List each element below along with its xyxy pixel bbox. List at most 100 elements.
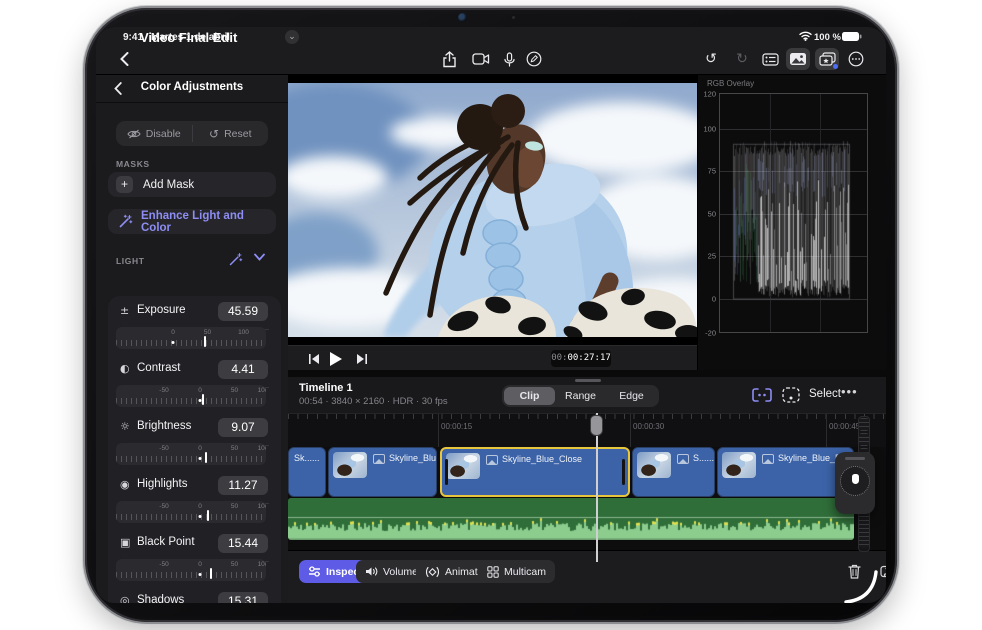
media-browser-icon[interactable]: [786, 48, 810, 70]
enhance-light-color-button[interactable]: Enhance Light and Color: [108, 209, 276, 234]
inspector-list-icon[interactable]: [758, 48, 782, 70]
shadows-value[interactable]: 15.31: [218, 592, 268, 603]
highlights-slider[interactable]: -50 0 50 100: [116, 501, 266, 523]
scope-ylabel: 100: [703, 124, 716, 134]
media-type-icon: [762, 454, 774, 464]
brightness-group: ☼ Brightness 9.07 -50 0 50 100: [96, 418, 288, 474]
pencil-annotate-icon[interactable]: [522, 48, 546, 70]
contrast-group: ◐ Contrast 4.41 -50 0 50 100: [96, 360, 288, 416]
multicam-button[interactable]: Multicam: [478, 560, 556, 583]
share-icon[interactable]: [437, 48, 461, 70]
skip-forward-icon[interactable]: [351, 349, 371, 369]
redo-icon[interactable]: ↻: [730, 48, 754, 70]
scope-ylabel: 120: [703, 89, 716, 99]
skip-back-icon[interactable]: [304, 349, 324, 369]
brightness-slider[interactable]: -50 0 50 100: [116, 443, 266, 465]
timeline-meta: 00:54 · 3840 × 2160 · HDR · 30 fps: [299, 396, 448, 407]
trim-handle-left[interactable]: [445, 459, 448, 485]
masks-section-label: MASKS: [116, 159, 150, 169]
exposure-value[interactable]: 45.59: [218, 302, 268, 321]
audio-track[interactable]: [288, 498, 854, 540]
panel-title: Color Adjustments: [140, 81, 244, 93]
media-type-icon: [486, 455, 498, 465]
scope-ylabel: 75: [707, 166, 716, 176]
back-icon[interactable]: [112, 48, 136, 70]
light-collapse-chevron-icon[interactable]: [254, 253, 265, 261]
timeline-clip-selected[interactable]: Skyline_Blue_Close: [440, 447, 630, 497]
jog-drag-handle[interactable]: [845, 457, 865, 460]
timeline-clip[interactable]: S......: [632, 447, 715, 497]
scope-title: RGB Overlay: [707, 79, 755, 88]
ruler-label: 00:00:45: [829, 422, 861, 431]
highlights-value[interactable]: 11.27: [218, 476, 268, 495]
inspect-icon: [309, 566, 320, 577]
record-camera-icon[interactable]: [469, 48, 493, 70]
timeline-ruler[interactable]: 00:00:15 00:00:30 00:00:45: [288, 413, 886, 448]
video-viewer[interactable]: [288, 75, 697, 345]
slider-label: Brightness: [137, 420, 192, 432]
more-options-icon[interactable]: [844, 48, 868, 70]
slider-label: Highlights: [137, 478, 188, 490]
contrast-slider[interactable]: -50 0 50 100: [116, 385, 266, 407]
scope-ylabel: 50: [707, 209, 716, 219]
exposure-group: ± Exposure 45.59 0 50 100: [96, 302, 288, 358]
panel-header: Color Adjustments: [96, 75, 288, 103]
contrast-icon: ◐: [120, 362, 130, 375]
clips-star-icon[interactable]: [815, 48, 839, 70]
black-point-slider[interactable]: -50 0 50 100: [116, 559, 266, 581]
bottom-toolbar: Inspect Volume Animate Multicam: [288, 550, 886, 603]
timeline-clip[interactable]: Skyline_Blue_Wide: [328, 447, 437, 497]
clip-thumbnail: [333, 452, 367, 478]
trim-handle-right[interactable]: [622, 459, 625, 485]
ambient-sensor: [512, 16, 515, 19]
scope-ylabel: 0: [711, 294, 716, 304]
timeline-drag-handle[interactable]: [575, 379, 601, 382]
clip-thumbnail: [637, 452, 671, 478]
reset-button[interactable]: ↺ Reset: [193, 121, 269, 146]
project-title-dropdown-icon[interactable]: ⌄: [285, 30, 299, 44]
microphone-icon[interactable]: [497, 48, 521, 70]
eye-off-icon: [127, 129, 141, 138]
slider-label: Black Point: [137, 536, 195, 548]
battery-percent: 100 %: [814, 32, 841, 43]
battery-icon: [842, 32, 862, 41]
playhead[interactable]: [590, 415, 603, 436]
undo-icon[interactable]: ↺: [699, 48, 723, 70]
timeline-more-icon[interactable]: •••: [841, 384, 858, 399]
black-point-value[interactable]: 15.44: [218, 534, 268, 553]
edit-mode-segmented: Clip Range Edge: [502, 385, 659, 407]
contrast-value[interactable]: 4.41: [218, 360, 268, 379]
timecode: 00:00:27:17: [551, 350, 611, 367]
select-label[interactable]: Select: [809, 388, 841, 400]
play-icon[interactable]: [326, 349, 346, 369]
project-title[interactable]: Video Final Edit: [140, 30, 237, 45]
timeline-clip[interactable]: Sk......: [288, 447, 326, 497]
disable-button[interactable]: Disable: [116, 121, 192, 146]
plus-icon: +: [116, 176, 133, 193]
highlights-icon: ◉: [120, 478, 130, 491]
divider: [288, 370, 886, 377]
timeline-header: Timeline 1 00:54 · 3840 × 2160 · HDR · 3…: [288, 377, 886, 413]
light-wand-icon[interactable]: [228, 252, 243, 267]
timeline-clip[interactable]: Skyline_Blue_Backgrou: [717, 447, 854, 497]
light-section-label: LIGHT: [116, 256, 145, 266]
brightness-value[interactable]: 9.07: [218, 418, 268, 437]
magnetic-timeline-icon[interactable]: [752, 388, 772, 402]
scope-ylabel: -20: [705, 328, 716, 338]
animate-icon: [425, 566, 440, 577]
mode-range[interactable]: Range: [555, 387, 606, 405]
video-frame: [288, 83, 697, 337]
notification-dot: [833, 64, 838, 69]
mode-clip[interactable]: Clip: [504, 387, 555, 405]
jog-wheel[interactable]: [835, 452, 875, 514]
add-mask-button[interactable]: + Add Mask: [108, 172, 276, 197]
exposure-icon: ±: [120, 304, 130, 317]
black-point-icon: ▣: [120, 536, 131, 549]
exposure-slider[interactable]: 0 50 100: [116, 327, 266, 349]
multicam-icon: [487, 565, 499, 578]
mode-edge[interactable]: Edge: [606, 387, 657, 405]
wifi-icon: [799, 31, 812, 41]
select-tool-icon[interactable]: [782, 387, 800, 403]
jog-pointer: [851, 474, 859, 484]
ruler-label: 00:00:15: [441, 422, 473, 431]
